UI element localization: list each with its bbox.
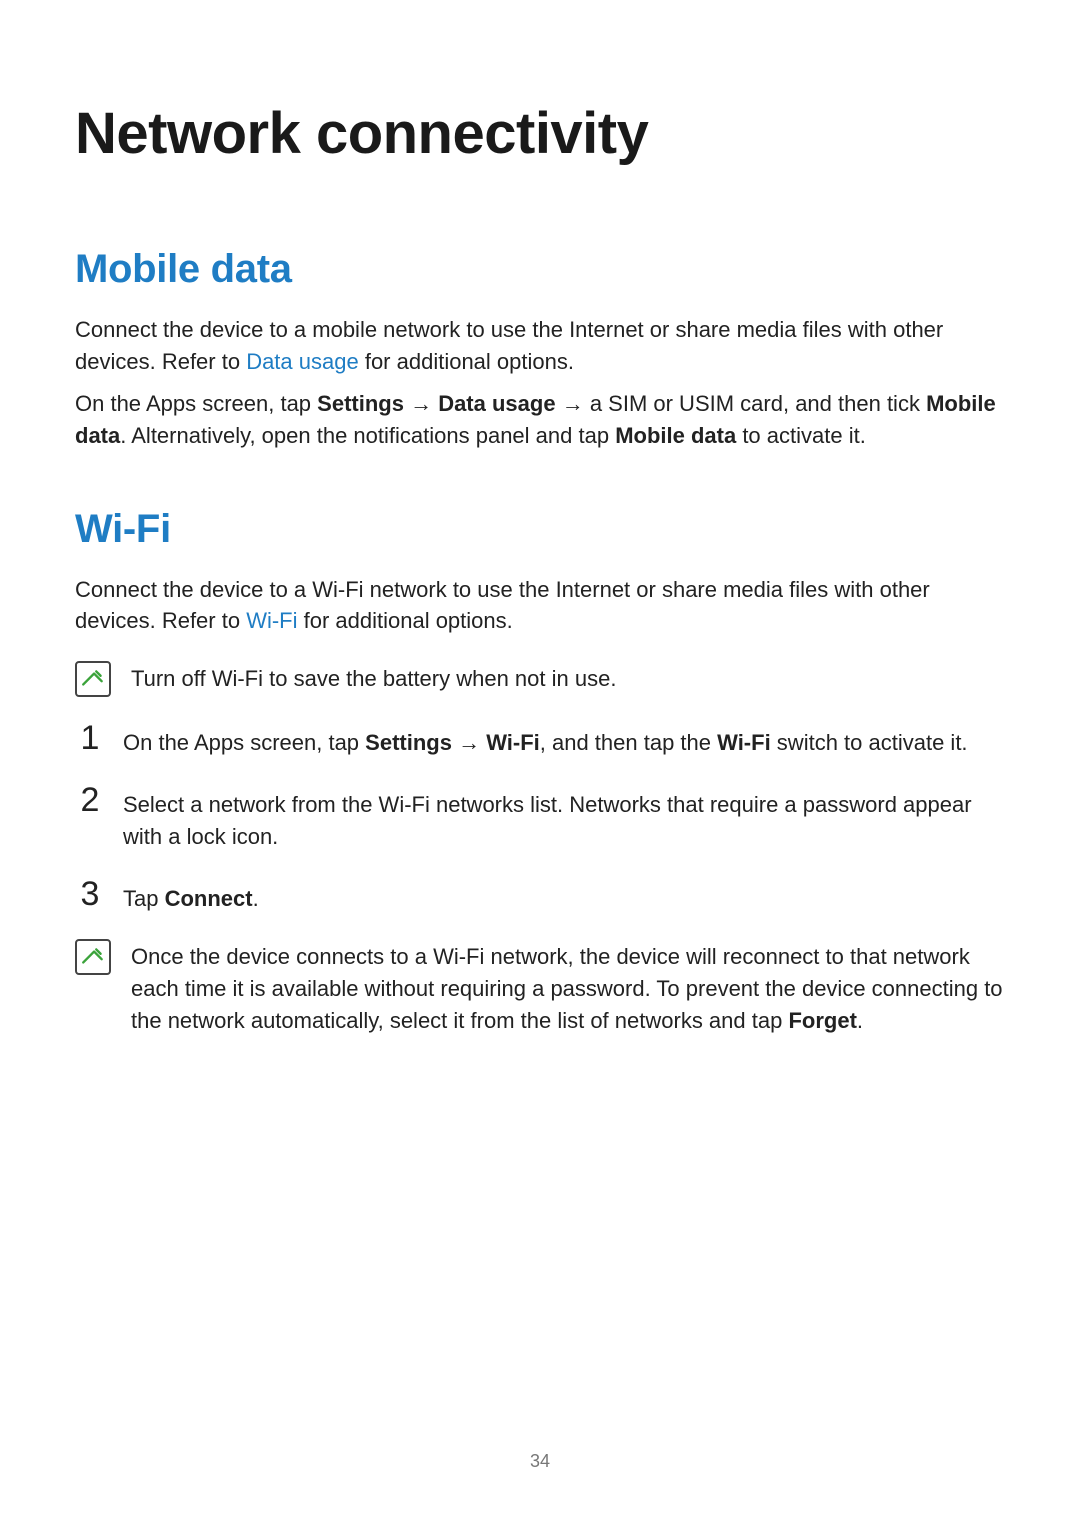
step-number: 1 [75,721,105,755]
text: On the Apps screen, tap [123,730,365,755]
note-block-2: Once the device connects to a Wi-Fi netw… [75,937,1005,1037]
text: . Alternatively, open the notifications … [120,423,615,448]
step-text: Tap Connect. [123,877,259,915]
step-text: Select a network from the Wi-Fi networks… [123,783,1005,853]
step-text: On the Apps screen, tap Settings → Wi-Fi… [123,721,968,759]
note-icon [75,661,111,697]
section-title-mobile-data: Mobile data [75,247,1005,292]
ui-label-wifi-switch: Wi-Fi [717,730,771,755]
note-icon [75,939,111,975]
text: . [857,1008,863,1033]
text: . [253,886,259,911]
ui-label-settings: Settings [365,730,452,755]
arrow-icon: → [452,730,486,755]
arrow-icon: → [404,391,438,416]
ui-label-forget: Forget [788,1008,856,1033]
step-3: 3 Tap Connect. [75,877,1005,915]
text: to activate it. [736,423,866,448]
text: a SIM or USIM card, and then tick [590,391,926,416]
link-wifi[interactable]: Wi-Fi [246,608,297,633]
step-1: 1 On the Apps screen, tap Settings → Wi-… [75,721,1005,759]
mobile-data-paragraph-1: Connect the device to a mobile network t… [75,314,1005,378]
link-data-usage[interactable]: Data usage [246,349,359,374]
text: On the Apps screen, tap [75,391,317,416]
text: Tap [123,886,165,911]
ui-label-connect: Connect [165,886,253,911]
step-2: 2 Select a network from the Wi-Fi networ… [75,783,1005,853]
arrow-icon: → [556,391,590,416]
step-number: 3 [75,877,105,911]
note-block-1: Turn off Wi-Fi to save the battery when … [75,659,1005,697]
ui-label-settings: Settings [317,391,404,416]
section-title-wifi: Wi-Fi [75,507,1005,552]
mobile-data-paragraph-2: On the Apps screen, tap Settings → Data … [75,388,1005,452]
chapter-title: Network connectivity [75,100,1005,167]
ui-label-data-usage: Data usage [438,391,555,416]
text: for additional options. [298,608,513,633]
text: switch to activate it. [771,730,968,755]
document-page: Network connectivity Mobile data Connect… [0,0,1080,1037]
step-number: 2 [75,783,105,817]
ui-label-wifi: Wi-Fi [486,730,540,755]
page-number: 34 [0,1451,1080,1472]
text: , and then tap the [540,730,717,755]
note-text: Once the device connects to a Wi-Fi netw… [131,937,1005,1037]
note-text: Turn off Wi-Fi to save the battery when … [131,659,616,695]
ui-label-mobile-data: Mobile data [615,423,736,448]
wifi-paragraph-1: Connect the device to a Wi-Fi network to… [75,574,1005,638]
text: for additional options. [359,349,574,374]
text: Once the device connects to a Wi-Fi netw… [131,944,1003,1033]
